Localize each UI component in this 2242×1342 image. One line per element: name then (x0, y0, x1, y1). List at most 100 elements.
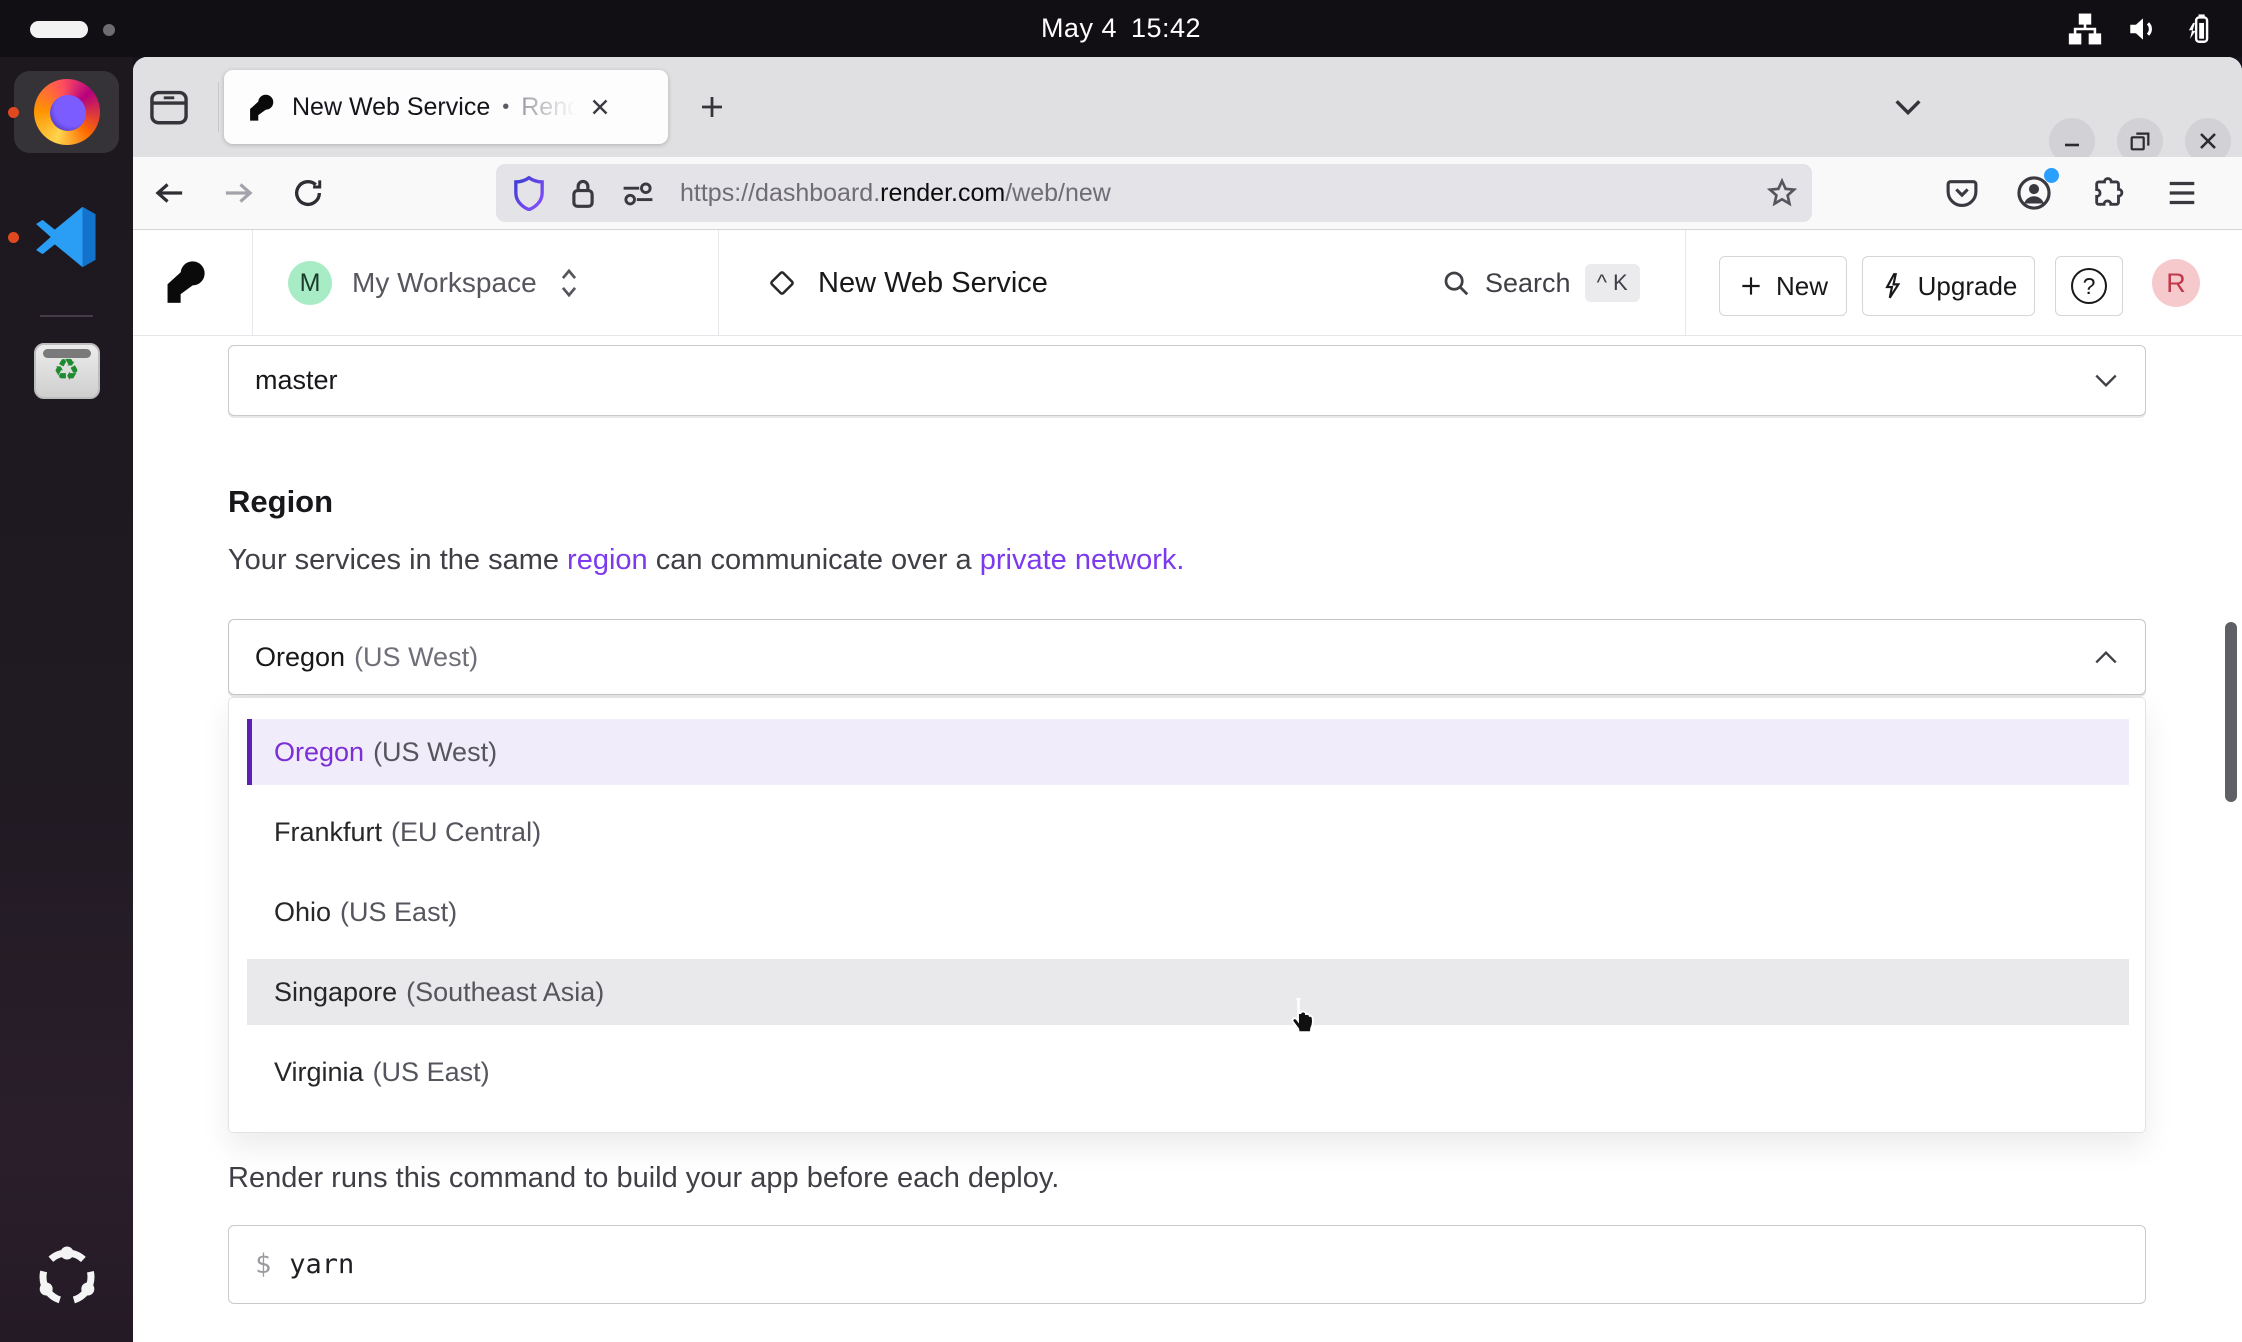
option-city: Singapore (274, 977, 397, 1008)
url-domain: render.com (880, 179, 1005, 207)
dock-firefox[interactable] (0, 79, 133, 145)
mouse-cursor (1286, 996, 1320, 1040)
battery-icon (2184, 12, 2218, 46)
command-prompt: $ (255, 1249, 271, 1280)
url-bar[interactable]: https://dashboard.render.com/web/new (496, 164, 1812, 222)
tab-title: New Web Service (292, 93, 490, 122)
ubuntu-logo-icon (35, 1245, 99, 1309)
lightning-icon (1880, 272, 1906, 300)
system-tray[interactable] (2068, 0, 2218, 57)
option-area: (Southeast Asia) (406, 977, 604, 1008)
page-content: master Region Your services in the same … (133, 336, 2242, 1342)
option-area: (US East) (340, 897, 457, 928)
option-area: (US East) (373, 1057, 490, 1088)
back-button[interactable] (147, 170, 193, 216)
bookmark-star-icon[interactable] (1766, 177, 1798, 209)
header-divider-1 (252, 230, 253, 335)
region-link[interactable]: region (567, 544, 648, 576)
region-option-frankfurt[interactable]: Frankfurt (EU Central) (247, 799, 2129, 865)
search-button[interactable]: Search ^ K (1441, 230, 1640, 336)
firefox-icon (34, 79, 100, 145)
new-button[interactable]: New (1719, 256, 1847, 316)
vscode-icon (32, 202, 102, 272)
header-divider-3 (1685, 230, 1686, 335)
workspace-name: My Workspace (352, 267, 537, 299)
navigation-toolbar: https://dashboard.render.com/web/new (133, 157, 2242, 230)
build-command-note: Render runs this command to build your a… (228, 1162, 1059, 1195)
url-path: /web/new (1005, 179, 1111, 207)
region-description: Your services in the same region can com… (228, 544, 1184, 577)
command-value: yarn (289, 1249, 354, 1280)
upgrade-button[interactable]: Upgrade (1862, 256, 2035, 316)
tracking-protection-shield-icon[interactable] (512, 175, 546, 211)
browser-window: New Web Service • Rend (133, 57, 2242, 1342)
region-select[interactable]: Oregon (US West) (228, 619, 2146, 695)
up-down-chevrons-icon (557, 266, 581, 300)
header-divider-2 (718, 230, 719, 335)
app-header: M My Workspace New Web Service (133, 230, 2242, 336)
search-shortcut-badge: ^ K (1585, 264, 1640, 302)
recycle-glyph: ♻ (53, 356, 80, 386)
tab-title-separator: • (502, 96, 509, 119)
dock: ♻ (0, 57, 133, 1342)
help-icon: ? (2071, 268, 2107, 304)
branch-select[interactable]: master (228, 345, 2146, 416)
upgrade-button-label: Upgrade (1918, 271, 2018, 302)
region-description-text-2: can communicate over a (648, 544, 980, 576)
dock-vscode[interactable] (0, 202, 133, 272)
network-icon (2068, 12, 2102, 46)
option-city: Virginia (274, 1057, 364, 1088)
system-clock[interactable]: May 4 15:42 (0, 0, 2242, 57)
clock-time: 15:42 (1131, 13, 1201, 44)
firefox-running-dot (8, 107, 19, 118)
tab-divider (218, 82, 219, 132)
user-avatar[interactable]: R (2152, 259, 2200, 307)
region-option-singapore[interactable]: Singapore (Southeast Asia) (247, 959, 2129, 1025)
url-text: https://dashboard.render.com/web/new (680, 179, 1111, 208)
account-notification-dot (2044, 168, 2059, 183)
account-icon[interactable] (2011, 170, 2057, 216)
region-select-value-area: (US West) (354, 642, 478, 673)
permissions-icon[interactable] (620, 178, 656, 208)
region-option-virginia[interactable]: Virginia (US East) (247, 1039, 2129, 1105)
workspace-switcher[interactable]: M My Workspace (288, 230, 581, 336)
dock-trash[interactable]: ♻ (0, 343, 133, 399)
trash-lid (43, 349, 91, 358)
volume-icon (2126, 12, 2160, 46)
tab-strip: New Web Service • Rend (133, 57, 2242, 157)
render-favicon (246, 92, 276, 122)
render-logo[interactable] (161, 257, 209, 305)
region-description-text-1: Your services in the same (228, 544, 567, 576)
active-tab[interactable]: New Web Service • Rend (224, 70, 668, 144)
dock-ubuntu-launcher[interactable] (0, 1245, 133, 1309)
region-select-value: Oregon (255, 642, 345, 673)
region-dropdown: Oregon (US West) Frankfurt (EU Central) … (228, 697, 2146, 1133)
option-area: (EU Central) (391, 817, 541, 848)
firefox-icon-core (50, 95, 86, 131)
region-option-ohio[interactable]: Ohio (US East) (247, 879, 2129, 945)
lock-icon[interactable] (568, 176, 598, 210)
page-scrollbar-thumb[interactable] (2225, 622, 2237, 802)
tab-title-suffix: Rend (521, 93, 581, 122)
firefox-view-button[interactable] (146, 84, 192, 130)
option-area: (US West) (373, 737, 497, 768)
reload-button[interactable] (285, 170, 331, 216)
new-tab-button[interactable] (690, 85, 734, 129)
menu-icon[interactable] (2159, 170, 2205, 216)
tab-close-icon[interactable] (587, 94, 613, 120)
region-heading: Region (228, 484, 333, 520)
private-network-link[interactable]: private network. (980, 544, 1185, 576)
region-option-oregon[interactable]: Oregon (US West) (247, 719, 2129, 785)
search-label: Search (1485, 268, 1571, 299)
forward-button[interactable] (215, 170, 261, 216)
vscode-running-dot (8, 232, 19, 243)
pocket-icon[interactable] (1939, 170, 1985, 216)
extensions-icon[interactable] (2085, 170, 2131, 216)
list-all-tabs-button[interactable] (1885, 85, 1931, 129)
search-icon (1441, 268, 1471, 298)
clock-date: May 4 (1041, 13, 1117, 44)
build-command-input[interactable]: $ yarn (228, 1225, 2146, 1304)
help-button[interactable]: ? (2055, 256, 2123, 316)
plus-icon (1738, 273, 1764, 299)
chevron-down-icon (2093, 372, 2119, 390)
